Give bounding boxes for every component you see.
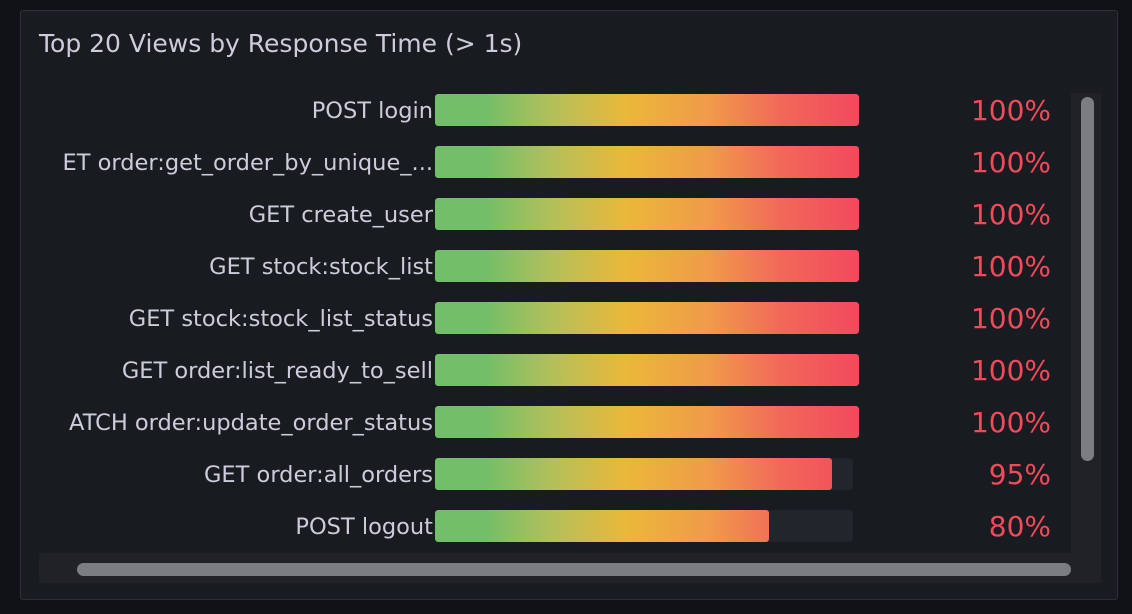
bar-gradient bbox=[435, 510, 769, 542]
bar-value-label: 100% bbox=[970, 354, 1051, 387]
bar-fill bbox=[435, 406, 859, 438]
bar-gradient bbox=[435, 198, 859, 230]
panel-title[interactable]: Top 20 Views by Response Time (> 1s) bbox=[39, 29, 522, 58]
bar-fill bbox=[435, 146, 859, 178]
bar-list-viewport[interactable]: POST login 100% ET order:get_order_by_uniq… bbox=[39, 93, 1079, 553]
bar-label: GET stock:stock_list bbox=[209, 254, 433, 280]
bar-value-label: 100% bbox=[970, 250, 1051, 283]
bar-value-label: 100% bbox=[970, 94, 1051, 127]
bar-fill bbox=[435, 94, 859, 126]
bar-gauge-panel: Top 20 Views by Response Time (> 1s) POS… bbox=[20, 10, 1118, 600]
bar-track bbox=[435, 354, 859, 386]
bar-label: GET order:list_ready_to_sell bbox=[121, 358, 433, 384]
bar-label: GET create_user bbox=[248, 202, 433, 228]
bar-value-label: 95% bbox=[988, 458, 1051, 491]
bar-value-label: 100% bbox=[970, 302, 1051, 335]
bar-track bbox=[435, 250, 859, 282]
bar-label: GET stock:stock_list_status bbox=[128, 306, 433, 332]
bar-label: ATCH order:update_order_status bbox=[69, 410, 433, 436]
bar-gradient bbox=[435, 406, 859, 438]
bar-fill bbox=[435, 302, 859, 334]
bar-track bbox=[435, 198, 859, 230]
bar-track bbox=[435, 406, 859, 438]
bar-row: GET order:list_ready_to_sell 100% bbox=[39, 353, 1079, 389]
bar-row: POST logout 80% bbox=[39, 509, 1079, 545]
bar-track bbox=[435, 510, 853, 542]
bar-row: GET create_user 100% bbox=[39, 197, 1079, 233]
bar-row: GET order:all_orders 95% bbox=[39, 457, 1079, 493]
bar-label: POST login bbox=[311, 98, 433, 124]
vertical-scrollbar-thumb[interactable] bbox=[1081, 97, 1094, 461]
bar-track bbox=[435, 94, 859, 126]
bar-value-label: 100% bbox=[970, 146, 1051, 179]
bar-gradient bbox=[435, 458, 832, 490]
bar-row: GET stock:stock_list 100% bbox=[39, 249, 1079, 285]
bar-track bbox=[435, 146, 859, 178]
bar-row: ATCH order:update_order_status 100% bbox=[39, 405, 1079, 441]
bar-gradient bbox=[435, 354, 859, 386]
bar-gradient bbox=[435, 94, 859, 126]
bar-value-label: 100% bbox=[970, 406, 1051, 439]
bar-gradient bbox=[435, 250, 859, 282]
bar-row: ET order:get_order_by_unique_... 100% bbox=[39, 145, 1079, 181]
bar-track bbox=[435, 302, 859, 334]
bar-fill bbox=[435, 510, 769, 542]
bar-fill bbox=[435, 458, 832, 490]
bar-fill bbox=[435, 198, 859, 230]
bar-label: GET order:all_orders bbox=[204, 462, 433, 488]
bar-fill bbox=[435, 354, 859, 386]
bar-value-label: 80% bbox=[988, 510, 1051, 543]
bar-label: POST logout bbox=[295, 514, 433, 540]
bar-track bbox=[435, 458, 853, 490]
bar-label: ET order:get_order_by_unique_... bbox=[62, 150, 433, 176]
bar-value-label: 100% bbox=[970, 198, 1051, 231]
bar-gradient bbox=[435, 302, 859, 334]
bar-row: POST login 100% bbox=[39, 93, 1079, 129]
bar-fill bbox=[435, 250, 859, 282]
bar-row: GET stock:stock_list_status 100% bbox=[39, 301, 1079, 337]
bar-gradient bbox=[435, 146, 859, 178]
horizontal-scrollbar-thumb[interactable] bbox=[77, 563, 1071, 576]
